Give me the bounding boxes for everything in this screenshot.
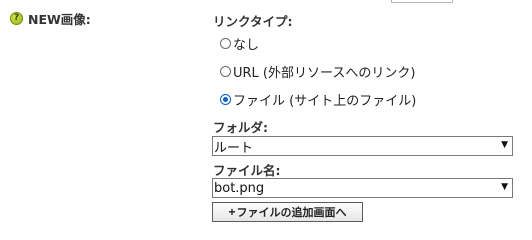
chevron-down-icon[interactable]: ▼ bbox=[501, 140, 508, 150]
add-file-screen-button[interactable]: + ファイルの追加画面へ bbox=[212, 202, 363, 222]
link-type-option-file[interactable]: ファイル (サイト上のファイル) bbox=[220, 90, 416, 109]
folder-select-value: ルート bbox=[214, 140, 254, 156]
radio-file-label[interactable]: ファイル (サイト上のファイル) bbox=[233, 90, 416, 109]
link-type-option-none[interactable]: なし bbox=[220, 34, 259, 53]
question-mark-icon[interactable]: ? bbox=[10, 12, 23, 25]
field-label-new-image: ? NEW画像: bbox=[10, 9, 91, 28]
plus-icon: + bbox=[228, 205, 236, 219]
file-name-heading: ファイル名: bbox=[213, 163, 281, 178]
add-file-screen-label: ファイルの追加画面へ bbox=[236, 207, 347, 219]
folder-heading: フォルダ: bbox=[213, 120, 268, 135]
chevron-down-icon[interactable]: ▼ bbox=[501, 182, 508, 192]
link-type-heading: リンクタイプ: bbox=[213, 14, 293, 29]
radio-url[interactable] bbox=[220, 66, 231, 77]
file-name-select-value: bot.png bbox=[214, 180, 265, 196]
radio-file[interactable] bbox=[220, 94, 231, 105]
file-name-select[interactable]: bot.png ▼ bbox=[212, 178, 513, 198]
radio-url-label[interactable]: URL (外部リソースへのリンク) bbox=[233, 62, 415, 81]
link-type-option-url[interactable]: URL (外部リソースへのリンク) bbox=[220, 62, 415, 81]
radio-none-label[interactable]: なし bbox=[233, 34, 259, 53]
field-label-text: NEW画像: bbox=[28, 12, 91, 27]
folder-select[interactable]: ルート ▼ bbox=[212, 136, 513, 156]
top-partial-input[interactable] bbox=[391, 0, 453, 3]
radio-none[interactable] bbox=[220, 38, 231, 49]
